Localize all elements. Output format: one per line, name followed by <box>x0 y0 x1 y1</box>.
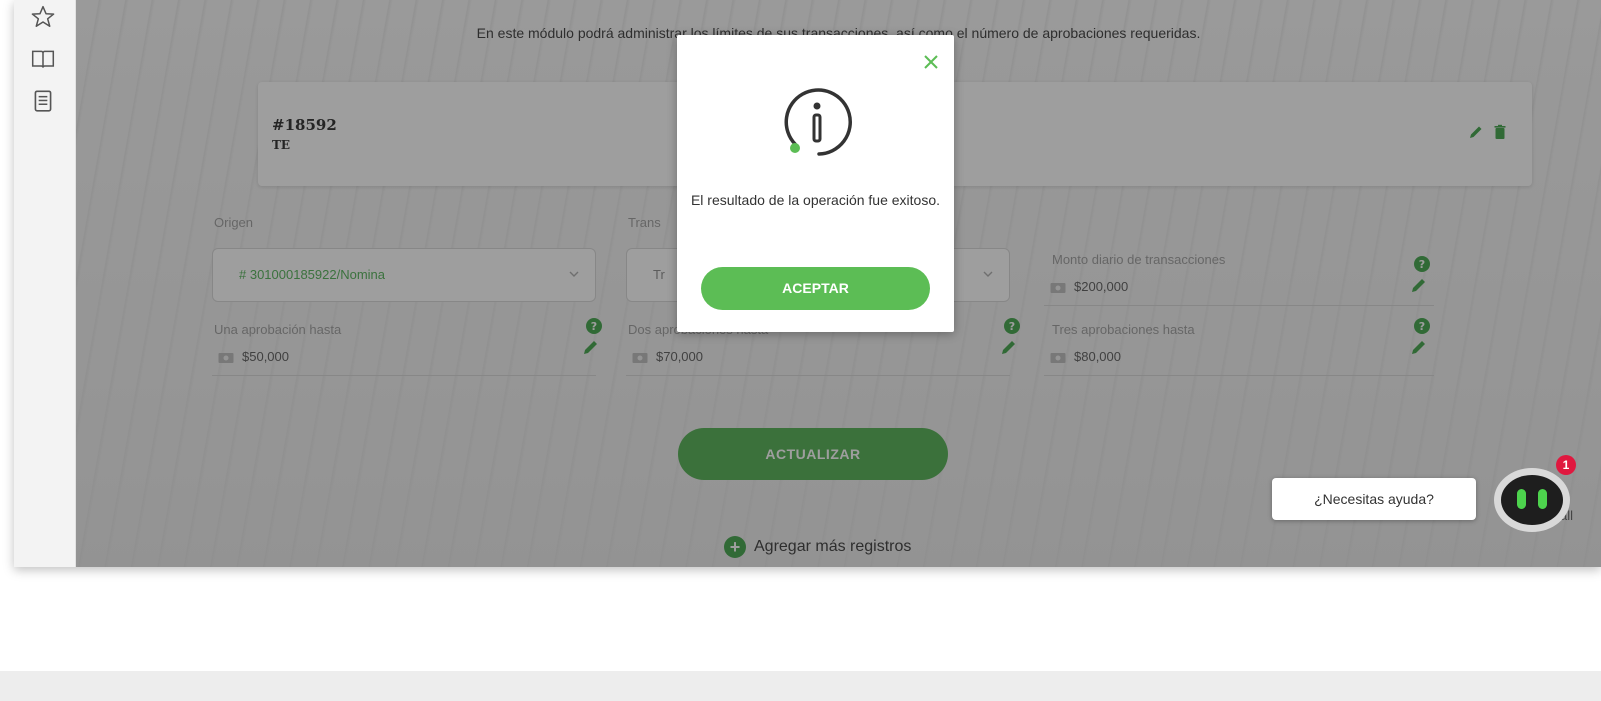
accept-button[interactable]: ACEPTAR <box>701 267 930 310</box>
close-icon[interactable] <box>922 53 940 71</box>
sidebar <box>14 0 76 567</box>
document-icon[interactable] <box>30 88 56 114</box>
star-icon[interactable] <box>30 4 56 30</box>
info-icon <box>784 88 852 156</box>
bottom-bar <box>0 671 1601 701</box>
help-bubble[interactable]: ¿Necesitas ayuda? <box>1272 478 1476 520</box>
app-window: En este módulo podrá administrar los lím… <box>14 0 1601 567</box>
notification-badge: 1 <box>1556 455 1576 475</box>
dialog-message: El resultado de la operación fue exitoso… <box>690 192 941 208</box>
book-icon[interactable] <box>30 46 56 72</box>
result-dialog: El resultado de la operación fue exitoso… <box>677 35 954 332</box>
